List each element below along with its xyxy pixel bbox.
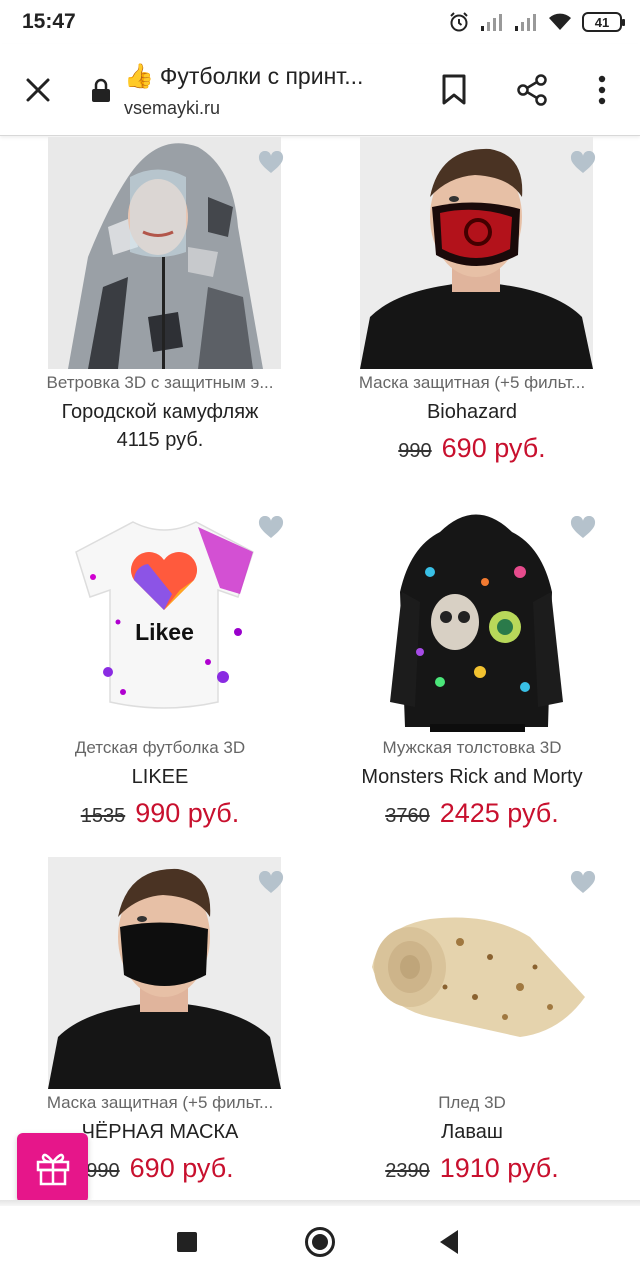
price: 4115 руб. xyxy=(116,429,204,451)
product-image-monsters-hoodie[interactable] xyxy=(360,502,593,734)
page-title-text: Футболки с принт... xyxy=(159,63,364,89)
system-nav-bar xyxy=(0,1206,640,1280)
close-icon xyxy=(26,78,50,102)
old-price: 990 xyxy=(86,1160,120,1182)
favorite-heart-icon[interactable] xyxy=(258,516,284,540)
product-grid: Ветровка 3D с защитным э... Городской ка… xyxy=(0,137,640,1200)
product-card[interactable]: Мужская толстовка 3D Monsters Rick and M… xyxy=(312,502,632,867)
recent-apps-icon[interactable] xyxy=(177,1232,197,1252)
product-name[interactable]: Monsters Rick and Morty xyxy=(322,766,622,789)
product-card[interactable]: Likee Детская футболка 3D LIKEE 1535 990 … xyxy=(0,502,320,867)
sale-price: 990 руб. xyxy=(135,798,240,828)
share-icon xyxy=(517,74,547,106)
sale-price: 690 руб. xyxy=(441,433,546,463)
favorite-heart-icon[interactable] xyxy=(258,871,284,895)
product-card[interactable]: Плед 3D Лаваш 2390 1910 руб. xyxy=(312,857,632,1200)
product-name[interactable]: Biohazard xyxy=(322,401,622,424)
product-name[interactable]: Городской камуфляж xyxy=(10,401,310,424)
product-category: Детская футболка 3D xyxy=(74,738,246,757)
product-image-lavash-blanket[interactable] xyxy=(360,857,593,1089)
favorite-heart-icon[interactable] xyxy=(570,516,596,540)
product-price: 2390 1910 руб. xyxy=(312,1153,632,1184)
battery-icon: 41 xyxy=(582,12,625,32)
close-button[interactable] xyxy=(20,72,56,108)
product-category: Ветровка 3D с защитным э... xyxy=(46,373,274,392)
product-image-black-mask[interactable] xyxy=(48,857,281,1089)
product-name[interactable]: Лаваш xyxy=(322,1121,622,1144)
product-category: Мужская толстовка 3D xyxy=(382,738,562,757)
product-category: Маска защитная (+5 фильт... xyxy=(46,1093,274,1112)
more-vert-icon xyxy=(598,75,606,105)
more-options-button[interactable] xyxy=(584,70,620,110)
likee-logo: Likee xyxy=(135,619,194,645)
product-image-likee-tshirt[interactable]: Likee xyxy=(48,502,281,734)
lock-icon xyxy=(92,78,110,102)
product-category: Плед 3D xyxy=(438,1093,506,1112)
gift-button[interactable] xyxy=(17,1133,88,1203)
old-price: 990 xyxy=(398,440,432,462)
signal-icon xyxy=(515,14,536,31)
old-price: 3760 xyxy=(385,805,430,827)
page-title[interactable]: 👍 Футболки с принт... xyxy=(124,62,414,91)
status-bar: 15:47 41 xyxy=(0,0,640,44)
product-price: 1535 990 руб. xyxy=(0,798,320,829)
favorite-heart-icon[interactable] xyxy=(258,151,284,175)
sale-price: 690 руб. xyxy=(129,1153,234,1183)
sale-price: 2425 руб. xyxy=(439,798,559,828)
bookmark-button[interactable] xyxy=(436,70,472,110)
status-icons: 41 xyxy=(448,10,625,34)
favorite-heart-icon[interactable] xyxy=(570,871,596,895)
bookmark-icon xyxy=(442,74,466,105)
thumbs-up-icon: 👍 xyxy=(124,63,154,90)
product-price: 990 690 руб. xyxy=(312,433,632,464)
sale-price: 1910 руб. xyxy=(439,1153,559,1183)
browser-toolbar: 👍 Футболки с принт... vsemayki.ru xyxy=(0,44,640,136)
signal-icon xyxy=(481,14,502,31)
product-image-biohazard-mask[interactable] xyxy=(360,137,593,369)
home-icon[interactable] xyxy=(305,1227,335,1257)
back-icon[interactable] xyxy=(440,1230,458,1254)
product-image-camouflage-windbreaker[interactable] xyxy=(48,137,281,369)
old-price: 1535 xyxy=(80,805,126,827)
product-card[interactable]: Маска защитная (+5 фильт... Biohazard 99… xyxy=(312,137,632,502)
gift-icon xyxy=(36,1153,69,1186)
share-button[interactable] xyxy=(512,70,552,110)
favorite-heart-icon[interactable] xyxy=(570,151,596,175)
alarm-icon xyxy=(450,12,468,32)
product-name[interactable]: LIKEE xyxy=(10,766,310,789)
page-url[interactable]: vsemayki.ru xyxy=(124,98,220,119)
product-price: 4115 руб. xyxy=(0,429,320,456)
status-time: 15:47 xyxy=(22,10,76,33)
product-category: Маска защитная (+5 фильт... xyxy=(358,373,586,392)
product-price: 3760 2425 руб. xyxy=(312,798,632,829)
old-price: 2390 xyxy=(385,1160,430,1182)
product-card[interactable]: Ветровка 3D с защитным э... Городской ка… xyxy=(0,137,320,502)
wifi-icon xyxy=(549,13,571,30)
